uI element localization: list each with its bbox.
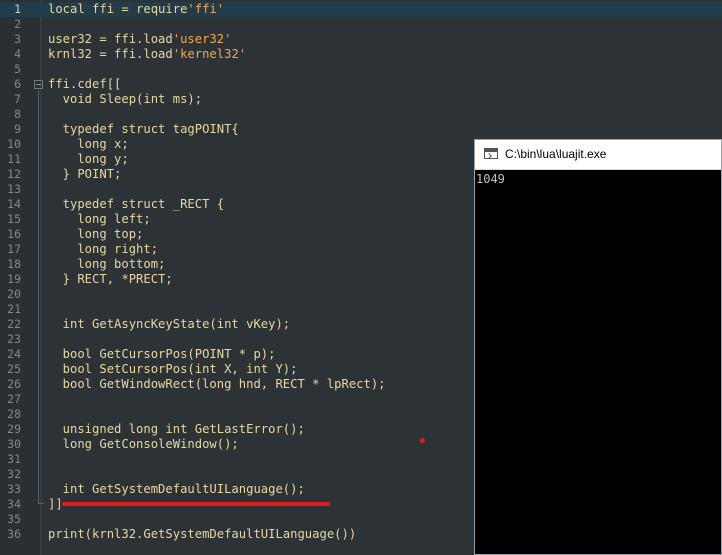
line-number: 23 (7, 332, 21, 346)
code-line[interactable]: 9 typedef struct tagPOINT{ (0, 122, 722, 137)
code-text[interactable]: bool SetCursorPos(int X, int Y); (48, 362, 298, 377)
line-number: 20 (7, 287, 21, 301)
code-line[interactable]: 5 (0, 62, 722, 77)
red-dot-annotation (420, 438, 425, 443)
code-text[interactable]: long left; (48, 212, 150, 227)
console-app-icon (484, 148, 498, 159)
line-number: 21 (7, 302, 21, 316)
line-number: 27 (7, 392, 21, 406)
code-line[interactable]: 7 void Sleep(int ms); (0, 92, 722, 107)
code-text[interactable]: long right; (48, 242, 158, 257)
code-text[interactable]: local ffi = require'ffi' (48, 2, 224, 17)
line-number: 33 (7, 482, 21, 496)
code-text[interactable]: ffi.cdef[[ (48, 77, 121, 92)
line-number: 7 (14, 92, 21, 106)
line-number: 26 (7, 377, 21, 391)
line-number: 34 (7, 497, 21, 511)
line-number: 12 (7, 167, 21, 181)
line-number: 16 (7, 227, 21, 241)
code-line[interactable]: 8 (0, 107, 722, 122)
code-line[interactable]: 3 user32 = ffi.load'user32' (0, 32, 722, 47)
line-number: 25 (7, 362, 21, 376)
fold-guide-end (38, 503, 44, 504)
code-text[interactable]: void Sleep(int ms); (48, 92, 202, 107)
line-number: 30 (7, 437, 21, 451)
line-number: 28 (7, 407, 21, 421)
fold-toggle-icon[interactable] (34, 80, 43, 89)
line-number: 17 (7, 242, 21, 256)
code-text[interactable]: bool GetWindowRect(long hnd, RECT * lpRe… (48, 377, 386, 392)
code-line[interactable]: 1 local ffi = require'ffi' (0, 2, 722, 17)
line-number: 13 (7, 182, 21, 196)
line-number: 3 (14, 32, 21, 46)
red-underline-annotation (62, 502, 330, 506)
code-text[interactable]: long x; (48, 137, 128, 152)
console-title: C:\bin\lua\luajit.exe (505, 147, 607, 161)
code-line[interactable]: 6 ffi.cdef[[ (0, 77, 722, 92)
code-text[interactable]: unsigned long int GetLastError(); (48, 422, 305, 437)
line-number: 22 (7, 317, 21, 331)
console-output: 1049 (476, 172, 505, 186)
code-text[interactable]: } RECT, *PRECT; (48, 272, 173, 287)
line-number: 18 (7, 257, 21, 271)
code-text[interactable]: int GetAsyncKeyState(int vKey); (48, 317, 290, 332)
code-text[interactable]: long GetConsoleWindow(); (48, 437, 239, 452)
code-text[interactable]: } POINT; (48, 167, 122, 182)
code-text[interactable]: user32 = ffi.load'user32' (48, 32, 231, 47)
code-text[interactable]: long top; (48, 227, 143, 242)
code-text[interactable]: typedef struct tagPOINT{ (48, 122, 239, 137)
line-number: 6 (14, 77, 21, 91)
line-number: 31 (7, 452, 21, 466)
line-number: 19 (7, 272, 21, 286)
code-line[interactable]: 4 krnl32 = ffi.load'kernel32' (0, 47, 722, 62)
code-line[interactable]: 2 (0, 17, 722, 32)
line-number: 5 (14, 62, 21, 76)
line-number: 29 (7, 422, 21, 436)
code-text[interactable]: long bottom; (48, 257, 165, 272)
console-title-bar[interactable]: C:\bin\lua\luajit.exe (475, 140, 721, 170)
line-number: 15 (7, 212, 21, 226)
line-number: 36 (7, 527, 21, 541)
code-text[interactable]: ]] (48, 497, 63, 512)
code-text[interactable]: typedef struct _RECT { (48, 197, 224, 212)
code-text[interactable]: int GetSystemDefaultUILanguage(); (48, 482, 305, 497)
code-text[interactable]: krnl32 = ffi.load'kernel32' (48, 47, 246, 62)
code-text[interactable]: long y; (48, 152, 128, 167)
code-text[interactable]: bool GetCursorPos(POINT * p); (48, 347, 276, 362)
line-number: 10 (7, 137, 21, 151)
fold-guide-line (38, 90, 39, 503)
code-text[interactable]: print(krnl32.GetSystemDefaultUILanguage(… (48, 527, 356, 542)
line-number: 35 (7, 512, 21, 526)
line-number: 1 (14, 2, 21, 16)
console-window[interactable]: C:\bin\lua\luajit.exe 1049 (474, 139, 722, 555)
line-number: 9 (14, 122, 21, 136)
line-number: 14 (7, 197, 21, 211)
line-number: 11 (7, 152, 21, 166)
line-number: 2 (14, 17, 21, 31)
line-number: 24 (7, 347, 21, 361)
line-number: 4 (14, 47, 21, 61)
line-number: 32 (7, 467, 21, 481)
line-number: 8 (14, 107, 21, 121)
